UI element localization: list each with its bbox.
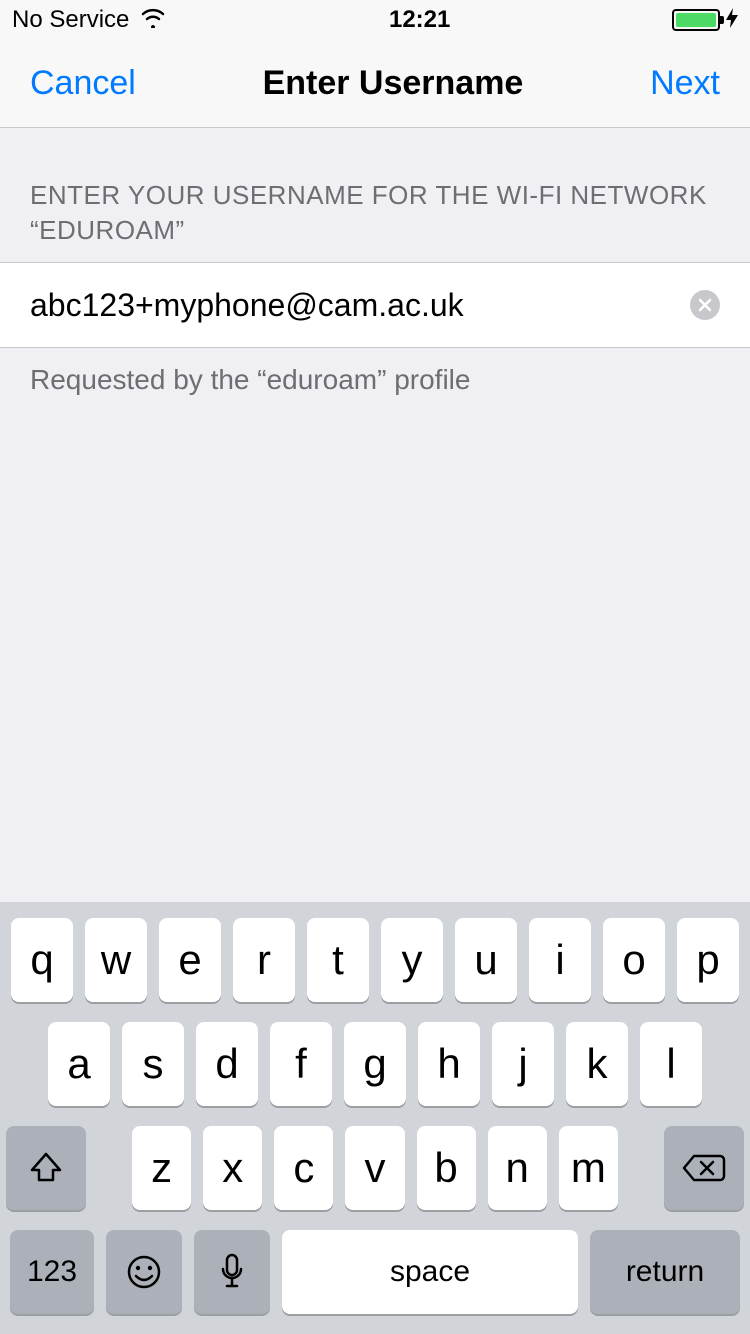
key-p[interactable]: p (677, 918, 739, 1002)
key-w[interactable]: w (85, 918, 147, 1002)
key-x[interactable]: x (203, 1126, 262, 1210)
key-e[interactable]: e (159, 918, 221, 1002)
key-k[interactable]: k (566, 1022, 628, 1106)
section-header: ENTER YOUR USERNAME FOR THE WI-FI NETWOR… (0, 128, 750, 262)
key-return[interactable]: return (590, 1230, 740, 1314)
clock: 12:21 (389, 6, 450, 34)
keyboard-row-1: q w e r t y u i o p (6, 918, 744, 1002)
key-j[interactable]: j (492, 1022, 554, 1106)
key-d[interactable]: d (196, 1022, 258, 1106)
key-m[interactable]: m (559, 1126, 618, 1210)
key-u[interactable]: u (455, 918, 517, 1002)
username-input[interactable] (30, 287, 690, 324)
key-shift[interactable] (6, 1126, 86, 1210)
cancel-button[interactable]: Cancel (30, 64, 136, 103)
key-dictation[interactable] (194, 1230, 270, 1314)
nav-bar: Cancel Enter Username Next (0, 40, 750, 128)
key-g[interactable]: g (344, 1022, 406, 1106)
microphone-icon (220, 1253, 244, 1291)
emoji-icon (126, 1254, 162, 1290)
key-r[interactable]: r (233, 918, 295, 1002)
key-y[interactable]: y (381, 918, 443, 1002)
key-s[interactable]: s (122, 1022, 184, 1106)
key-z[interactable]: z (132, 1126, 191, 1210)
charging-icon (726, 8, 738, 33)
keyboard-row-2: a s d f g h j k l (6, 1022, 744, 1106)
keyboard-row-4: 123 space return (6, 1230, 744, 1314)
page-title: Enter Username (263, 64, 524, 103)
key-f[interactable]: f (270, 1022, 332, 1106)
key-backspace[interactable] (664, 1126, 744, 1210)
key-i[interactable]: i (529, 918, 591, 1002)
next-button[interactable]: Next (650, 64, 720, 103)
key-space[interactable]: space (282, 1230, 578, 1314)
keyboard: q w e r t y u i o p a s d f g h j k l z … (0, 902, 750, 1334)
backspace-icon (682, 1152, 726, 1184)
key-n[interactable]: n (488, 1126, 547, 1210)
carrier-text: No Service (12, 6, 129, 34)
shift-icon (28, 1150, 64, 1186)
key-l[interactable]: l (640, 1022, 702, 1106)
key-o[interactable]: o (603, 918, 665, 1002)
status-right (672, 8, 738, 33)
key-a[interactable]: a (48, 1022, 110, 1106)
close-icon (698, 298, 712, 312)
username-row (0, 262, 750, 348)
key-b[interactable]: b (417, 1126, 476, 1210)
keyboard-row-3: z x c v b n m (6, 1126, 744, 1210)
key-t[interactable]: t (307, 918, 369, 1002)
key-c[interactable]: c (274, 1126, 333, 1210)
section-footer: Requested by the “eduroam” profile (0, 348, 750, 412)
status-bar: No Service 12:21 (0, 0, 750, 40)
key-q[interactable]: q (11, 918, 73, 1002)
key-h[interactable]: h (418, 1022, 480, 1106)
key-v[interactable]: v (345, 1126, 404, 1210)
key-numbers[interactable]: 123 (10, 1230, 94, 1314)
key-emoji[interactable] (106, 1230, 182, 1314)
wifi-icon (139, 6, 167, 35)
battery-icon (672, 9, 720, 31)
status-left: No Service (12, 6, 167, 35)
clear-input-button[interactable] (690, 290, 720, 320)
